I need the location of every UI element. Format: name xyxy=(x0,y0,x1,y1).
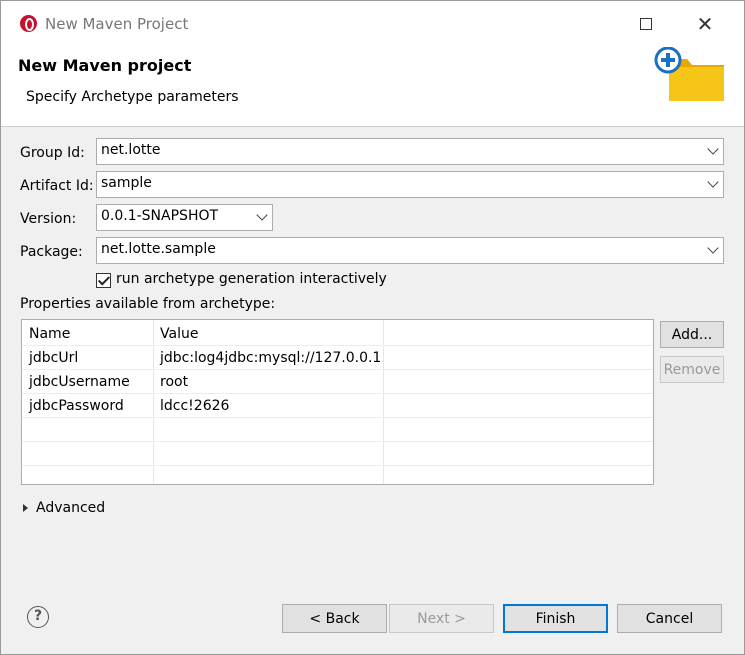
package-label: Package: xyxy=(20,244,83,260)
expand-triangle-icon xyxy=(23,504,28,512)
next-button[interactable]: Next > xyxy=(389,604,494,633)
property-name: jdbcUrl xyxy=(29,350,79,366)
close-icon: ✕ xyxy=(696,12,714,36)
advanced-label: Advanced xyxy=(36,500,106,516)
column-header-name[interactable]: Name xyxy=(22,322,153,346)
artifact-id-value: sample xyxy=(101,175,152,191)
page-title: New Maven project xyxy=(18,56,192,75)
table-row[interactable]: jdbcUsername root xyxy=(22,370,653,394)
new-maven-project-dialog: New Maven Project ✕ New Maven project Sp… xyxy=(0,0,745,655)
property-value: ldcc!2626 xyxy=(160,398,230,414)
title-bar: New Maven Project ✕ xyxy=(1,1,744,47)
group-id-combo[interactable]: net.lotte xyxy=(96,138,724,165)
properties-table[interactable]: Name Value jdbcUrl jdbc:log4jdbc:mysql:/… xyxy=(21,319,654,485)
table-row-empty xyxy=(22,466,653,484)
finish-button[interactable]: Finish xyxy=(503,604,608,633)
group-id-value: net.lotte xyxy=(101,142,161,158)
page-subtitle: Specify Archetype parameters xyxy=(26,89,239,105)
table-row-empty xyxy=(22,418,653,442)
column-header-value[interactable]: Value xyxy=(153,322,383,346)
chevron-down-icon xyxy=(707,242,719,254)
back-button[interactable]: < Back xyxy=(282,604,387,633)
eclipse-app-icon xyxy=(20,15,37,32)
cancel-button[interactable]: Cancel xyxy=(617,604,722,633)
table-row[interactable]: jdbcPassword ldcc!2626 xyxy=(22,394,653,418)
table-row[interactable]: jdbcUrl jdbc:log4jdbc:mysql://127.0.0.1.… xyxy=(22,346,653,370)
window-title: New Maven Project xyxy=(45,15,189,33)
help-icon[interactable]: ? xyxy=(27,606,49,628)
table-row-empty xyxy=(22,442,653,466)
interactive-checkbox[interactable] xyxy=(96,273,111,288)
group-id-label: Group Id: xyxy=(20,145,85,161)
properties-label: Properties available from archetype: xyxy=(20,296,276,312)
property-value: root xyxy=(160,374,189,390)
property-value: jdbc:log4jdbc:mysql://127.0.0.1... xyxy=(160,350,383,366)
version-value: 0.0.1-SNAPSHOT xyxy=(101,208,219,224)
close-button[interactable]: ✕ xyxy=(682,9,728,39)
artifact-id-combo[interactable]: sample xyxy=(96,171,724,198)
property-name: jdbcUsername xyxy=(29,374,130,390)
maximize-icon xyxy=(640,18,652,30)
chevron-down-icon xyxy=(707,176,719,188)
maximize-button[interactable] xyxy=(623,9,669,39)
table-header-row: Name Value xyxy=(22,322,653,346)
interactive-checkbox-label[interactable]: run archetype generation interactively xyxy=(116,271,387,287)
chevron-down-icon xyxy=(707,143,719,155)
artifact-id-label: Artifact Id: xyxy=(20,178,94,194)
remove-property-button[interactable]: Remove xyxy=(660,356,724,383)
advanced-section-toggle[interactable]: Advanced xyxy=(23,500,105,516)
version-select[interactable]: 0.0.1-SNAPSHOT xyxy=(96,204,273,231)
package-combo[interactable]: net.lotte.sample xyxy=(96,237,724,264)
property-name: jdbcPassword xyxy=(29,398,124,414)
new-folder-icon xyxy=(654,47,724,101)
wizard-footer: ? < Back Next > Finish Cancel xyxy=(1,588,744,654)
version-label: Version: xyxy=(20,211,77,227)
wizard-content: Group Id: net.lotte Artifact Id: sample … xyxy=(1,128,744,588)
chevron-down-icon xyxy=(256,209,268,221)
wizard-header: New Maven project Specify Archetype para… xyxy=(1,47,744,127)
add-property-button[interactable]: Add... xyxy=(660,321,724,348)
package-value: net.lotte.sample xyxy=(101,241,216,257)
